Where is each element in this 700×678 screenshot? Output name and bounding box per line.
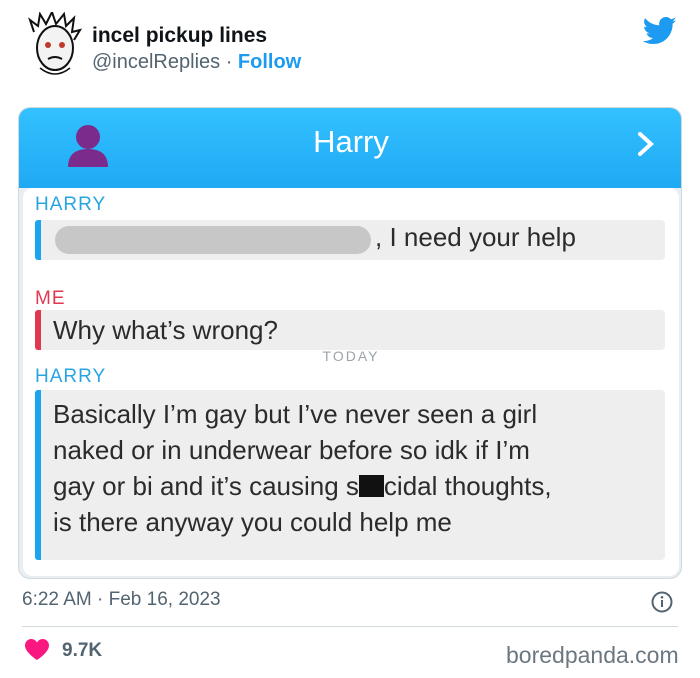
message-fragment: gay or bi and it’s causing s [53,471,359,501]
chat-header: Harry [19,108,681,188]
message-bubble: , I need your help [35,220,665,260]
sender-bar [35,390,41,560]
message-bubble: Basically I’m gay but I’ve never seen a … [35,390,665,560]
like-count[interactable]: 9.7K [62,640,102,662]
heart-icon[interactable] [24,638,50,662]
message-line: gay or bi and it’s causing s cidal though… [53,468,552,504]
separator: · [91,589,109,610]
twitter-bird-icon[interactable] [643,16,677,46]
message-bubble: Why what’s wrong? [35,310,665,350]
divider [22,626,678,627]
chevron-right-icon[interactable] [635,130,657,158]
sender-label: HARRY [35,194,107,215]
avatar[interactable] [26,12,84,80]
follow-button[interactable]: Follow [238,51,301,73]
date-separator: TODAY [322,348,380,364]
tweet-date: Feb 16, 2023 [108,589,221,610]
message-text: Basically I’m gay but I’ve never seen a … [53,396,552,540]
message-line: naked or in underwear before so idk if I… [53,435,530,465]
tweet-time: 6:22 AM [22,589,92,610]
separator: · [220,51,238,73]
redacted-name [55,226,371,254]
timestamp[interactable]: 6:22 AM · Feb 16, 2023 [22,589,221,611]
tweet-header: incel pickup lines @incelReplies · Follo… [0,0,700,100]
message-line: is there anyway you could help me [53,507,452,537]
sender-bar [35,220,41,260]
censor-block [358,475,384,497]
handle[interactable]: @incelReplies [92,51,220,73]
message-text: Why what’s wrong? [53,315,278,345]
display-name[interactable]: incel pickup lines [92,24,267,48]
chat-panel: HARRY , I need your help TODAY ME Why wh… [23,188,679,576]
sender-label: HARRY [35,366,107,387]
sender-label: ME [35,288,66,309]
sender-bar [35,310,41,350]
chat-title: Harry [313,124,389,159]
watermark: boredpanda.com [506,642,679,668]
handle-row: @incelReplies · Follow [92,51,301,74]
tweet-media[interactable]: Harry HARRY , I need your help TODAY ME … [18,107,682,579]
info-icon[interactable] [651,591,673,613]
message-text: , I need your help [375,222,576,252]
message-line: Basically I’m gay but I’ve never seen a … [53,399,538,429]
message-fragment: cidal thoughts, [383,471,552,501]
